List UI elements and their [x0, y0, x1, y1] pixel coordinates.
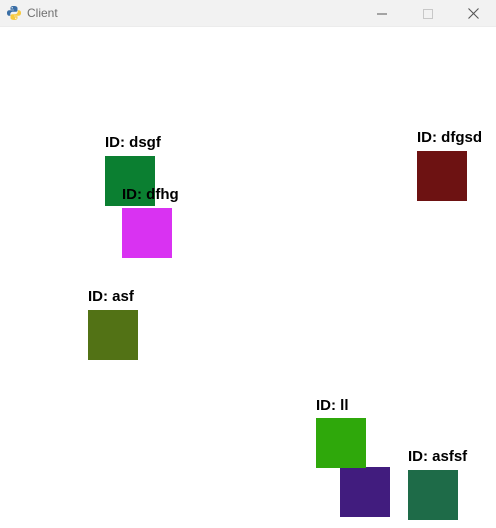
close-icon: [467, 8, 479, 19]
minimize-icon: [377, 13, 387, 14]
entity-label: ID: dfhg: [122, 186, 179, 203]
client-window: Client ID: dsgf ID: dfgsd ID: dfhg ID: a…: [0, 0, 496, 528]
maximize-button[interactable]: [405, 0, 451, 27]
entity-label: ID: dfgsd: [417, 129, 482, 146]
game-canvas[interactable]: ID: dsgf ID: dfgsd ID: dfhg ID: asf hh I…: [0, 27, 496, 528]
minimize-button[interactable]: [359, 0, 405, 27]
entity-square: [417, 151, 467, 201]
python-icon: [6, 5, 22, 21]
entity-square: [340, 467, 390, 517]
entity-label: ID: asf: [88, 288, 134, 305]
entity-square: [88, 310, 138, 360]
entity-square: [122, 208, 172, 258]
entity-square: [316, 418, 366, 468]
entity-square: [408, 470, 458, 520]
maximize-icon: [423, 8, 433, 19]
window-title: Client: [27, 6, 58, 20]
close-button[interactable]: [450, 0, 496, 27]
entity-label: ID: ll: [316, 397, 349, 414]
title-bar[interactable]: Client: [0, 0, 496, 27]
entity-label: ID: dsgf: [105, 134, 161, 151]
entity-label: ID: asfsf: [408, 448, 468, 465]
